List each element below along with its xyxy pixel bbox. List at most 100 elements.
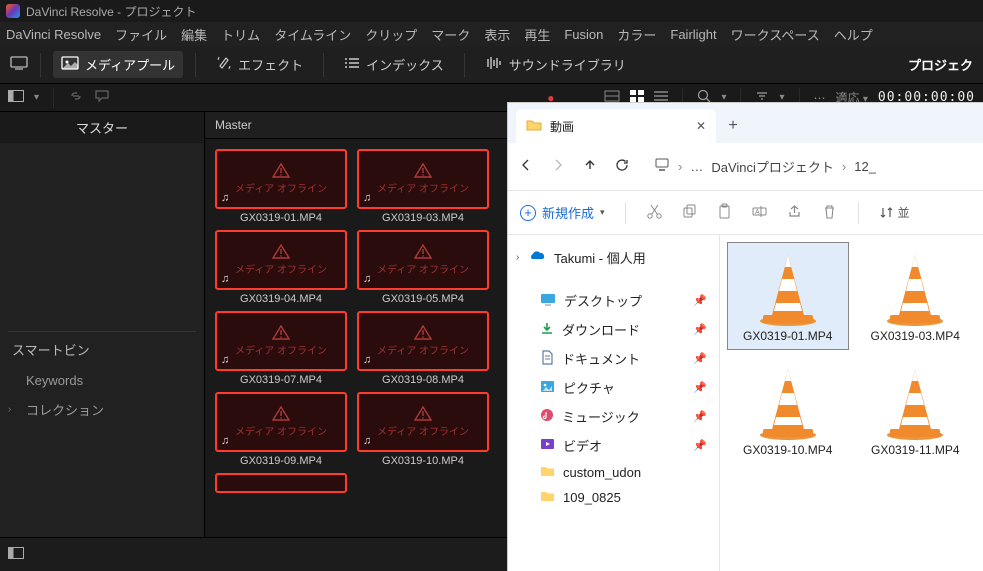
media-clip[interactable]: メディア オフライン♫GX0319-08.MP4 bbox=[357, 311, 489, 386]
paste-icon[interactable] bbox=[716, 203, 733, 223]
sidebar-onedrive[interactable]: ›Takumi - 個人用 bbox=[512, 243, 715, 272]
media-clip[interactable]: メディア オフライン♫GX0319-07.MP4 bbox=[215, 311, 347, 386]
media-clip[interactable]: メディア オフライン♫GX0319-04.MP4 bbox=[215, 230, 347, 305]
menu-fairlight[interactable]: Fairlight bbox=[670, 27, 716, 42]
breadcrumb-dots[interactable]: … bbox=[690, 159, 703, 174]
menu-file[interactable]: ファイル bbox=[115, 25, 167, 44]
sidebar-pictures[interactable]: ピクチャ📌 bbox=[512, 373, 715, 402]
panel-toggle-icon[interactable] bbox=[8, 547, 24, 562]
chevron-down-icon[interactable]: ▾ bbox=[34, 92, 39, 103]
sidebar-music[interactable]: ミュージック📌 bbox=[512, 402, 715, 431]
media-clip[interactable]: メディア オフライン♫GX0319-05.MP4 bbox=[357, 230, 489, 305]
vlc-cone-icon bbox=[862, 249, 970, 327]
close-icon[interactable]: ✕ bbox=[696, 119, 706, 133]
explorer-body: ›Takumi - 個人用 デスクトップ📌 ダウンロード📌 ドキュメント📌 ピク… bbox=[508, 235, 983, 571]
media-clip[interactable]: メディア オフライン♫GX0319-09.MP4 bbox=[215, 392, 347, 467]
videos-icon bbox=[540, 438, 555, 453]
rename-icon[interactable]: A bbox=[751, 203, 768, 223]
menu-edit[interactable]: 編集 bbox=[181, 25, 207, 44]
sidebar-custom1[interactable]: custom_udon bbox=[512, 460, 715, 485]
folder-icon bbox=[526, 118, 542, 135]
master-bin-header[interactable]: マスター bbox=[0, 112, 204, 143]
sidebar-desktop[interactable]: デスクトップ📌 bbox=[512, 286, 715, 315]
monitor-icon[interactable] bbox=[10, 56, 28, 73]
sound-library-label: サウンドライブラリ bbox=[509, 55, 626, 74]
file-item[interactable]: GX0319-11.MP4 bbox=[856, 357, 976, 463]
title-bar: DaVinci Resolve - プロジェクト bbox=[0, 0, 983, 22]
effects-tab[interactable]: エフェクト bbox=[208, 51, 311, 78]
index-tab[interactable]: インデックス bbox=[336, 51, 452, 78]
index-icon bbox=[344, 56, 360, 73]
smartbin-header[interactable]: スマートビン bbox=[8, 331, 196, 367]
project-label[interactable]: プロジェク bbox=[908, 55, 973, 74]
clip-name: GX0319-09.MP4 bbox=[215, 455, 347, 467]
new-tab-button[interactable]: + bbox=[716, 109, 750, 143]
menu-mark[interactable]: マーク bbox=[431, 25, 470, 44]
pin-icon: 📌 bbox=[693, 381, 707, 394]
media-pool-tab[interactable]: メディアプール bbox=[53, 51, 183, 78]
share-icon[interactable] bbox=[786, 203, 803, 223]
pin-icon: 📌 bbox=[693, 294, 707, 307]
cut-icon[interactable] bbox=[646, 203, 663, 223]
folder-icon bbox=[540, 465, 555, 480]
breadcrumb[interactable]: › … DaVinciプロジェクト › 12_ bbox=[654, 157, 876, 176]
file-name: GX0319-10.MP4 bbox=[734, 443, 842, 457]
copy-icon[interactable] bbox=[681, 203, 698, 223]
pin-icon: 📌 bbox=[693, 439, 707, 452]
menu-timeline[interactable]: タイムライン bbox=[274, 25, 351, 44]
sidebar-videos[interactable]: ビデオ📌 bbox=[512, 431, 715, 460]
sidebar-downloads[interactable]: ダウンロード📌 bbox=[512, 315, 715, 344]
media-clip[interactable]: メディア オフライン♫GX0319-03.MP4 bbox=[357, 149, 489, 224]
link-icon[interactable] bbox=[68, 90, 84, 105]
tab-title: 動画 bbox=[550, 118, 574, 135]
pictures-icon bbox=[540, 380, 555, 396]
explorer-tab[interactable]: 動画 ✕ bbox=[516, 109, 716, 143]
onedrive-icon bbox=[528, 250, 546, 265]
sidebar-documents[interactable]: ドキュメント📌 bbox=[512, 344, 715, 373]
sound-library-tab[interactable]: サウンドライブラリ bbox=[477, 51, 634, 78]
clip-name: GX0319-08.MP4 bbox=[357, 374, 489, 386]
menu-clip[interactable]: クリップ bbox=[365, 25, 417, 44]
menu-help[interactable]: ヘルプ bbox=[834, 25, 873, 44]
media-pool-label: メディアプール bbox=[85, 55, 175, 74]
pc-icon bbox=[654, 158, 670, 175]
file-item[interactable]: GX0319-03.MP4 bbox=[856, 243, 976, 349]
panel-toggle-icon[interactable] bbox=[8, 90, 24, 105]
forward-button[interactable] bbox=[550, 157, 566, 176]
menu-playback[interactable]: 再生 bbox=[524, 25, 550, 44]
new-button[interactable]: + 新規作成 ▾ bbox=[520, 203, 605, 222]
menu-workspace[interactable]: ワークスペース bbox=[731, 25, 820, 44]
menu-view[interactable]: 表示 bbox=[484, 25, 510, 44]
clip-name: GX0319-03.MP4 bbox=[357, 212, 489, 224]
window-title: DaVinci Resolve - プロジェクト bbox=[26, 3, 197, 20]
smartbin-keywords[interactable]: Keywords bbox=[8, 367, 196, 394]
menu-davinci[interactable]: DaVinci Resolve bbox=[6, 27, 101, 42]
smartbin-collection[interactable]: ›コレクション bbox=[8, 394, 196, 425]
sort-button[interactable]: 並 bbox=[879, 204, 910, 221]
file-item[interactable]: GX0319-01.MP4 bbox=[728, 243, 848, 349]
downloads-icon bbox=[540, 321, 554, 338]
back-button[interactable] bbox=[518, 157, 534, 176]
media-clip[interactable]: メディア オフライン♫GX0319-10.MP4 bbox=[357, 392, 489, 467]
pin-icon: 📌 bbox=[693, 352, 707, 365]
audio-icon: ♫ bbox=[221, 435, 229, 447]
clip-name: GX0319-10.MP4 bbox=[357, 455, 489, 467]
workspace-toolbar: メディアプール エフェクト インデックス サウンドライブラリ プロジェク bbox=[0, 46, 983, 84]
sound-library-icon bbox=[485, 56, 503, 73]
audio-icon: ♫ bbox=[363, 273, 371, 285]
menu-fusion[interactable]: Fusion bbox=[564, 27, 603, 42]
menu-trim[interactable]: トリム bbox=[221, 25, 260, 44]
delete-icon[interactable] bbox=[821, 203, 838, 223]
sidebar-custom2[interactable]: 109_0825 bbox=[512, 485, 715, 510]
file-item[interactable]: GX0319-10.MP4 bbox=[728, 357, 848, 463]
breadcrumb-sub[interactable]: 12_ bbox=[854, 159, 876, 174]
app-logo bbox=[6, 4, 20, 18]
menu-color[interactable]: カラー bbox=[617, 25, 656, 44]
media-clip[interactable]: メディア オフライン♫GX0319-01.MP4 bbox=[215, 149, 347, 224]
explorer-tab-bar: 動画 ✕ + bbox=[508, 103, 983, 143]
breadcrumb-folder[interactable]: DaVinciプロジェクト bbox=[711, 157, 834, 176]
chat-icon[interactable] bbox=[94, 89, 110, 106]
refresh-button[interactable] bbox=[614, 157, 630, 176]
audio-icon: ♫ bbox=[221, 273, 229, 285]
up-button[interactable] bbox=[582, 157, 598, 176]
